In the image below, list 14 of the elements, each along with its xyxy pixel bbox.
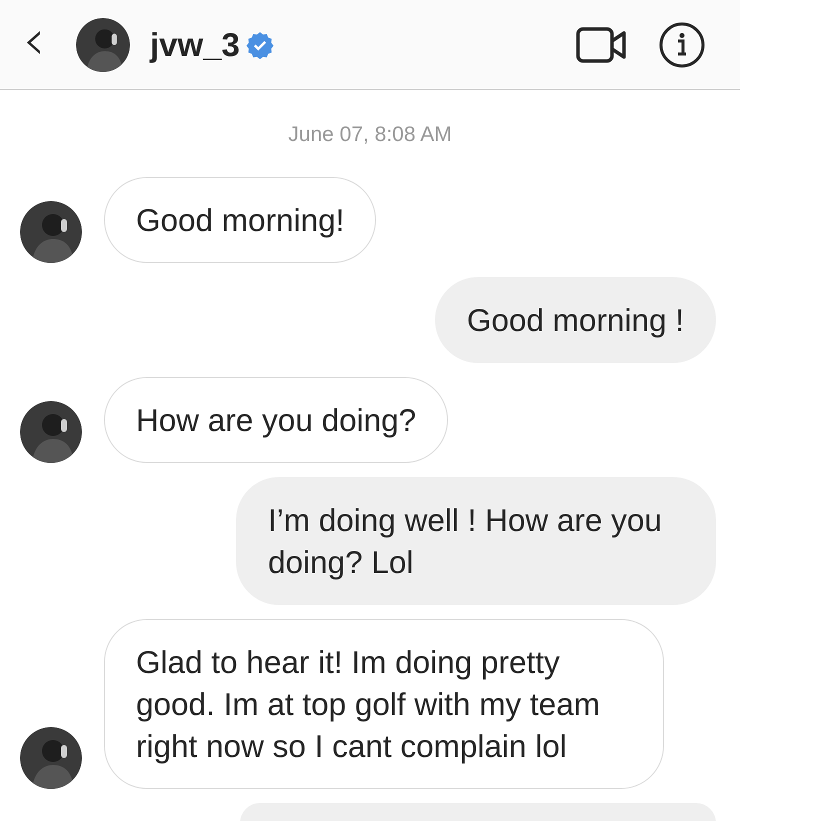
sent-message: Good morning ! (434, 277, 716, 363)
video-camera-icon[interactable] (576, 24, 628, 64)
sent-message: I’m doing well ! How are you doing? Lol (236, 477, 716, 605)
avatar (20, 727, 82, 789)
username: jvw_3 (150, 26, 240, 64)
received-message: How are you doing? (104, 377, 448, 463)
avatar (20, 401, 82, 463)
avatar (20, 201, 82, 263)
received-message: Glad to hear it! Im doing pretty good. Im at top golf with my team right now so I cant complain lol (104, 619, 664, 789)
info-icon[interactable] (658, 20, 706, 68)
avatar (76, 18, 130, 72)
back-button[interactable]: ‹ (14, 12, 54, 76)
message-timestamp: June 07, 8:08 AM (287, 122, 453, 148)
received-message: Good morning! (104, 177, 376, 263)
